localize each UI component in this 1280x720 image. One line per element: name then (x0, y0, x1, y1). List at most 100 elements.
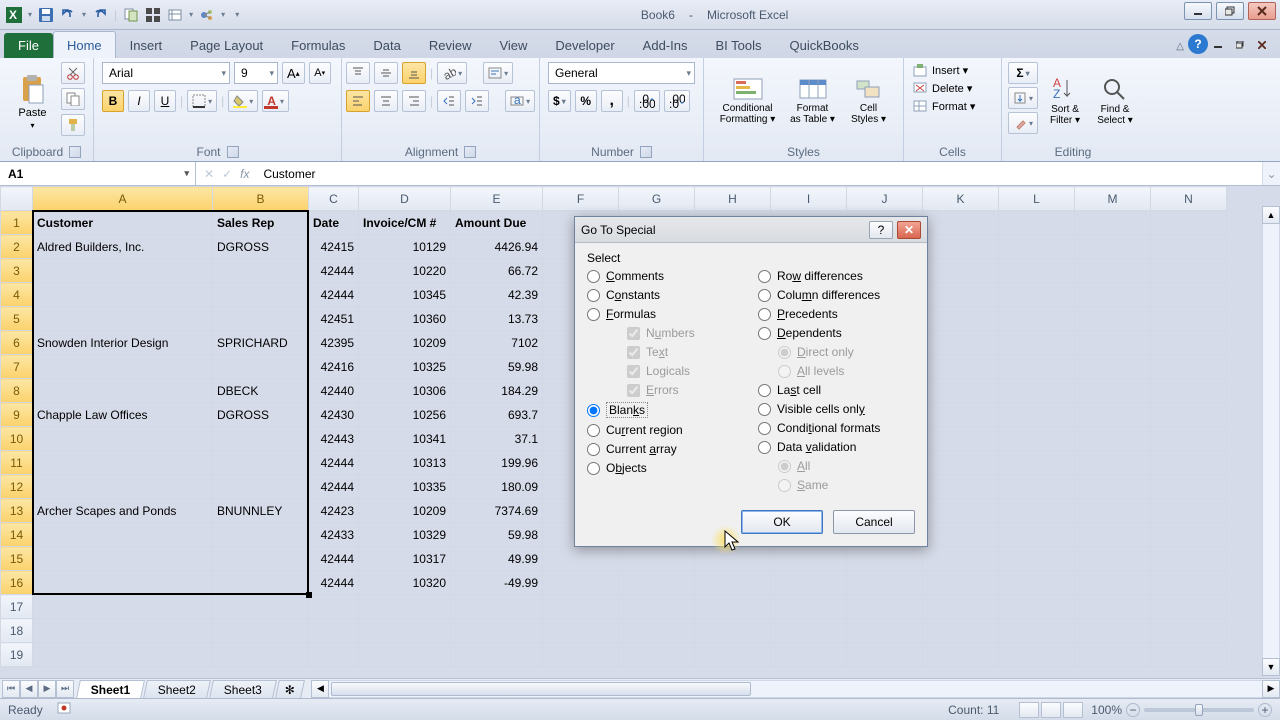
cell-N5[interactable] (1151, 307, 1227, 331)
cell-M7[interactable] (1075, 355, 1151, 379)
clear-button[interactable] (1008, 112, 1038, 134)
tab-home[interactable]: Home (53, 31, 116, 58)
cell-B19[interactable] (213, 643, 309, 667)
enter-formula-icon[interactable]: ✓ (222, 167, 232, 181)
row-header-10[interactable]: 10 (1, 427, 33, 451)
qat-extra-2-icon[interactable] (145, 7, 161, 23)
cell-N12[interactable] (1151, 475, 1227, 499)
align-left-button[interactable] (346, 90, 370, 112)
cell-L1[interactable] (999, 211, 1075, 235)
cell-D6[interactable]: 10209 (359, 331, 451, 355)
new-sheet-button[interactable]: ✻ (276, 680, 306, 698)
cell-H18[interactable] (695, 619, 771, 643)
cell-F17[interactable] (543, 595, 619, 619)
cell-C3[interactable]: 42444 (309, 259, 359, 283)
cell-E9[interactable]: 693.7 (451, 403, 543, 427)
cell-D16[interactable]: 10320 (359, 571, 451, 595)
percent-format-button[interactable]: % (575, 90, 597, 112)
cell-C1[interactable]: Date (309, 211, 359, 235)
cell-A14[interactable] (33, 523, 213, 547)
cell-M18[interactable] (1075, 619, 1151, 643)
scroll-up-button[interactable]: ▲ (1262, 206, 1280, 224)
cell-J15[interactable] (847, 547, 923, 571)
cell-B15[interactable] (213, 547, 309, 571)
row-header-1[interactable]: 1 (1, 211, 33, 235)
cell-M14[interactable] (1075, 523, 1151, 547)
column-header-F[interactable]: F (543, 187, 619, 211)
cell-A6[interactable]: Snowden Interior Design (33, 331, 213, 355)
column-header-J[interactable]: J (847, 187, 923, 211)
tab-data[interactable]: Data (359, 31, 414, 58)
row-header-12[interactable]: 12 (1, 475, 33, 499)
qat-dropdown3-icon[interactable]: ▾ (221, 10, 225, 19)
cell-A9[interactable]: Chapple Law Offices (33, 403, 213, 427)
cell-F18[interactable] (543, 619, 619, 643)
cell-A16[interactable] (33, 571, 213, 595)
row-header-9[interactable]: 9 (1, 403, 33, 427)
cell-L12[interactable] (999, 475, 1075, 499)
cell-K17[interactable] (923, 595, 999, 619)
cell-N6[interactable] (1151, 331, 1227, 355)
copy-button[interactable] (61, 88, 85, 110)
option-rowdiff[interactable]: Row differences (758, 269, 915, 283)
cell-C7[interactable]: 42416 (309, 355, 359, 379)
cell-K7[interactable] (923, 355, 999, 379)
cell-I19[interactable] (771, 643, 847, 667)
formula-input[interactable]: Customer (257, 167, 1254, 181)
row-header-17[interactable]: 17 (1, 595, 33, 619)
sheet-tab-sheet3[interactable]: Sheet3 (209, 680, 277, 698)
cell-M3[interactable] (1075, 259, 1151, 283)
option-blanks[interactable]: Blanks (587, 402, 744, 418)
row-header-5[interactable]: 5 (1, 307, 33, 331)
cell-K2[interactable] (923, 235, 999, 259)
cell-E6[interactable]: 7102 (451, 331, 543, 355)
tab-bi-tools[interactable]: BI Tools (701, 31, 775, 58)
cell-M9[interactable] (1075, 403, 1151, 427)
wrap-text-button[interactable] (483, 62, 513, 84)
cell-B5[interactable] (213, 307, 309, 331)
row-header-6[interactable]: 6 (1, 331, 33, 355)
cell-M6[interactable] (1075, 331, 1151, 355)
column-header-M[interactable]: M (1075, 187, 1151, 211)
cell-N18[interactable] (1151, 619, 1227, 643)
cell-L13[interactable] (999, 499, 1075, 523)
cell-K18[interactable] (923, 619, 999, 643)
cell-L17[interactable] (999, 595, 1075, 619)
column-header-E[interactable]: E (451, 187, 543, 211)
scroll-right-button[interactable]: ▶ (1262, 680, 1280, 698)
tab-view[interactable]: View (485, 31, 541, 58)
italic-button[interactable]: I (128, 90, 150, 112)
qat-dropdown2-icon[interactable]: ▾ (189, 10, 193, 19)
option-precedents[interactable]: Precedents (758, 307, 915, 321)
cell-D12[interactable]: 10335 (359, 475, 451, 499)
dialog-close-button[interactable]: ✕ (897, 221, 921, 239)
option-visible[interactable]: Visible cells only (758, 402, 915, 416)
workbook-close-button[interactable] (1258, 38, 1280, 54)
cell-K9[interactable] (923, 403, 999, 427)
view-page-layout-button[interactable] (1041, 702, 1061, 718)
cell-B12[interactable] (213, 475, 309, 499)
cell-A10[interactable] (33, 427, 213, 451)
cell-D8[interactable]: 10306 (359, 379, 451, 403)
cell-D10[interactable]: 10341 (359, 427, 451, 451)
paste-button[interactable]: Paste ▾ (9, 62, 57, 140)
cell-E3[interactable]: 66.72 (451, 259, 543, 283)
qat-customize-icon[interactable]: ▾ (235, 10, 239, 19)
cell-B1[interactable]: Sales Rep (213, 211, 309, 235)
autosum-button[interactable]: Σ (1008, 62, 1038, 84)
clipboard-launcher[interactable] (69, 146, 81, 158)
cell-F19[interactable] (543, 643, 619, 667)
cell-N16[interactable] (1151, 571, 1227, 595)
qat-extra-1-icon[interactable] (123, 7, 139, 23)
cell-L18[interactable] (999, 619, 1075, 643)
tab-formulas[interactable]: Formulas (277, 31, 359, 58)
align-right-button[interactable] (402, 90, 426, 112)
cell-L15[interactable] (999, 547, 1075, 571)
cell-A3[interactable] (33, 259, 213, 283)
cell-B9[interactable]: DGROSS (213, 403, 309, 427)
font-name-combo[interactable]: Arial (102, 62, 230, 84)
qat-dropdown-icon[interactable]: ▾ (28, 10, 32, 19)
row-header-8[interactable]: 8 (1, 379, 33, 403)
cell-J19[interactable] (847, 643, 923, 667)
cell-C18[interactable] (309, 619, 359, 643)
